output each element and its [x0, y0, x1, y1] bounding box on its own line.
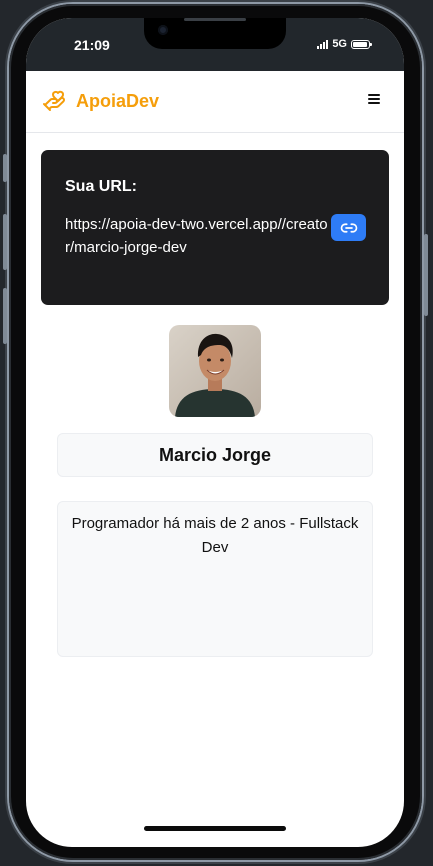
profile-photo: [169, 325, 261, 417]
camera-icon: [158, 25, 168, 35]
home-indicator: [144, 826, 286, 831]
status-indicators: 5G: [317, 38, 372, 50]
url-card-title: Sua URL:: [65, 178, 137, 195]
link-icon: [340, 222, 357, 233]
profile-bio[interactable]: Programador há mais de 2 anos - Fullstac…: [57, 501, 373, 657]
status-time: 21:09: [74, 37, 110, 53]
creator-url[interactable]: https://apoia-dev-two.vercel.app//creato…: [65, 213, 329, 259]
mute-switch: [3, 154, 7, 182]
avatar: [169, 325, 261, 417]
power-button: [424, 234, 428, 316]
hamburger-icon: [368, 94, 380, 96]
dynamic-island: [144, 18, 286, 49]
volume-up-button: [3, 214, 7, 270]
profile-name[interactable]: Marcio Jorge: [57, 433, 373, 477]
brand-link[interactable]: ApoiaDev: [42, 89, 159, 113]
url-card: Sua URL: https://apoia-dev-two.vercel.ap…: [41, 150, 389, 305]
screen: 21:09 5G ApoiaDev Sua URL: https://apoia…: [26, 18, 404, 847]
speaker-grille: [184, 18, 246, 21]
hand-heart-icon: [43, 90, 65, 111]
top-navbar: ApoiaDev: [26, 71, 404, 133]
volume-down-button: [3, 288, 7, 344]
signal-icon: [317, 39, 329, 49]
network-label: 5G: [332, 38, 347, 50]
status-bar: 21:09 5G: [26, 18, 404, 71]
menu-button[interactable]: [368, 94, 380, 106]
copy-link-button[interactable]: [331, 214, 366, 241]
battery-icon: [351, 39, 372, 49]
brand-name: ApoiaDev: [76, 90, 160, 111]
